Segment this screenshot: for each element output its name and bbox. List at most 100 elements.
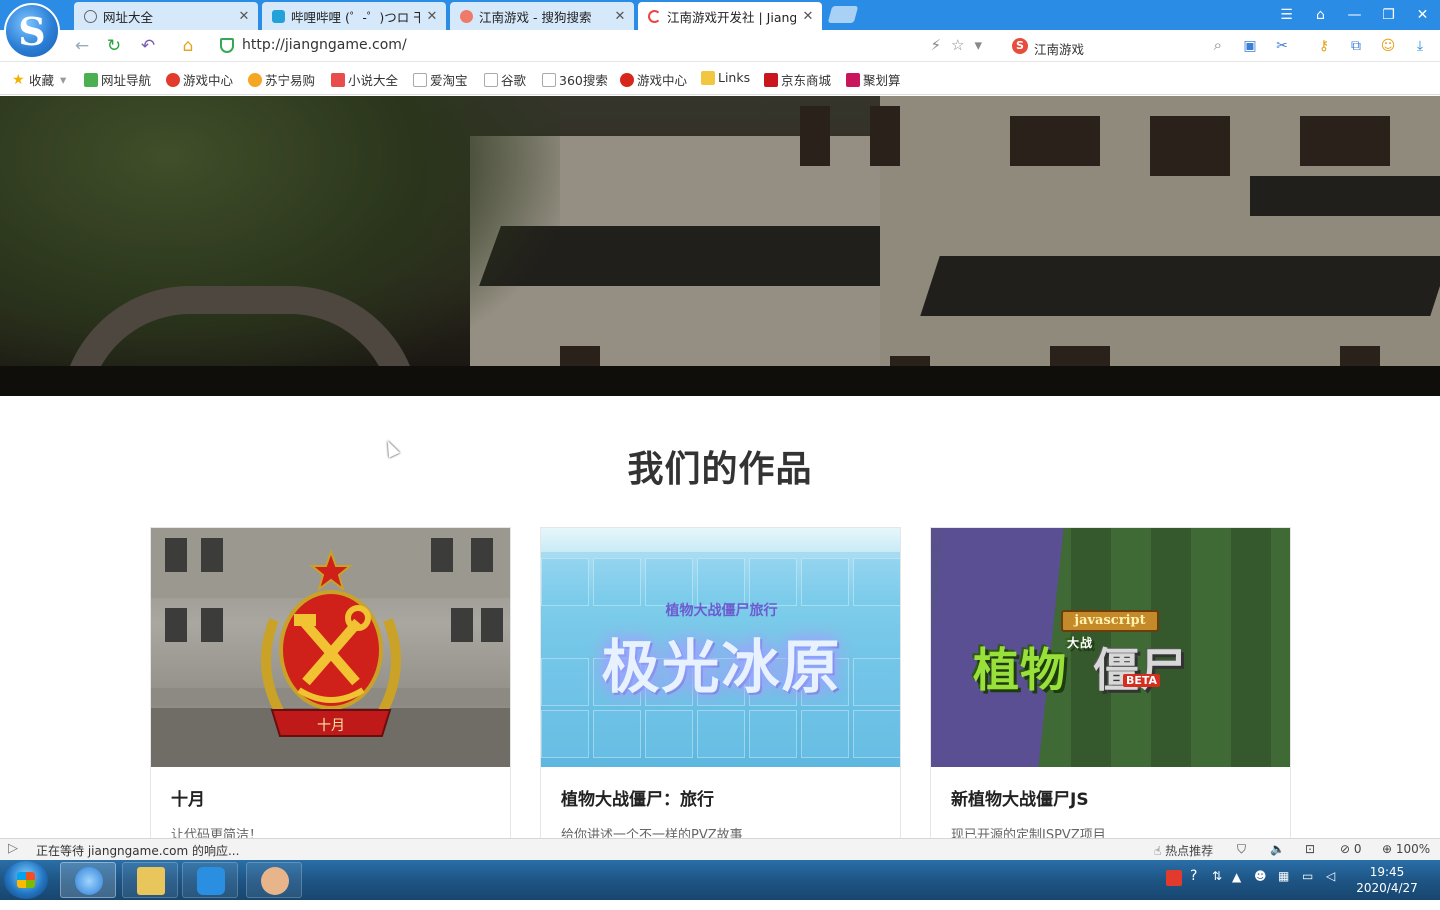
bookmark-item[interactable]: 网址导航 <box>84 70 151 89</box>
close-icon[interactable]: ✕ <box>238 9 250 24</box>
project-image[interactable]: 植物大战僵尸旅行 极光冰原 <box>541 528 900 767</box>
emoji-icon[interactable]: ☺ <box>1378 36 1398 56</box>
taskbar-sogou-browser[interactable] <box>60 862 116 898</box>
bookmark-folder[interactable]: Links <box>701 70 750 85</box>
project-image[interactable]: 十月 <box>151 528 510 767</box>
screenshot-icon[interactable]: ✂ <box>1272 36 1292 56</box>
close-icon[interactable]: ✕ <box>426 9 438 24</box>
bookmark-item[interactable]: 聚划算 <box>846 70 901 89</box>
hot-recommend[interactable]: ☝ 热点推荐 <box>1154 842 1213 859</box>
tab-4[interactable]: 江南游戏开发社 | Jiang ✕ <box>638 2 822 30</box>
minimize-icon[interactable]: — <box>1338 0 1371 30</box>
translate-box-icon[interactable]: ⧉ <box>1346 36 1366 56</box>
display-icon[interactable]: ▭ <box>1302 869 1313 909</box>
lock-icon[interactable]: ⊡ <box>1305 842 1315 856</box>
back-icon[interactable]: ← <box>70 34 94 58</box>
bookmark-item[interactable]: 360搜索 <box>542 70 608 89</box>
tab-3[interactable]: 江南游戏 - 搜狗搜索 ✕ <box>450 2 634 30</box>
search-icon[interactable]: ⌕ <box>1214 36 1222 54</box>
bookmark-item[interactable]: 爱淘宝 <box>413 70 468 89</box>
bookmark-item[interactable]: 苏宁易购 <box>248 70 315 89</box>
game-center-icon <box>620 72 634 87</box>
taskbar-app[interactable] <box>182 862 238 898</box>
shield-icon[interactable]: ⛉ <box>1237 842 1246 857</box>
help-icon[interactable]: ? <box>1190 868 1197 908</box>
bookmark-favorites[interactable]: ★ 收藏 ▾ <box>12 70 66 89</box>
ad-block-counter[interactable]: ⊘ 0 <box>1340 842 1362 856</box>
close-window-icon[interactable]: ✕ <box>1406 0 1439 30</box>
thumb-icon: ☝ <box>1154 844 1162 858</box>
sogou-ime-icon[interactable] <box>1166 870 1182 886</box>
project-card[interactable]: 植物大战僵尸旅行 极光冰原 植物大战僵尸：旅行 给你讲述一个不一样的PVZ故事 <box>540 527 901 847</box>
new-tab-button[interactable] <box>827 6 859 23</box>
emblem-icon: 十月 <box>261 550 401 737</box>
start-button[interactable] <box>4 861 48 899</box>
project-card[interactable]: 十月 十月 让代码更简洁！ <box>150 527 511 847</box>
juhuasuan-icon <box>846 72 860 87</box>
zoom-control[interactable]: ⊕ 100% <box>1382 842 1430 856</box>
star-icon[interactable]: ☆ <box>951 36 974 54</box>
emblem-text: 十月 <box>317 718 345 734</box>
page-icon <box>542 72 556 87</box>
volume-icon[interactable]: 🔈 <box>1270 842 1285 856</box>
home-icon[interactable]: ⌂ <box>176 34 200 58</box>
translate-icon[interactable]: ▣ <box>1240 36 1260 56</box>
network-icon[interactable]: ⇅ <box>1212 869 1222 909</box>
key-icon[interactable]: ⚷ <box>1314 36 1334 56</box>
close-icon[interactable]: ✕ <box>802 9 814 24</box>
play-icon[interactable]: ▷ <box>8 841 18 856</box>
search-input[interactable]: 江南游戏 <box>1034 39 1084 58</box>
tab-2[interactable]: 哔哩哔哩 (゜-゜)つロ 干 ✕ <box>262 2 446 30</box>
bookmark-label: 收藏 <box>29 73 55 88</box>
project-card[interactable]: javascript 植物大战僵尸 BETA 新植物大战僵尸JS 现已开源的定制… <box>930 527 1291 847</box>
bookmark-label: 京东商城 <box>781 73 832 88</box>
loading-status: 正在等待 jiangngame.com 的响应... <box>36 844 240 858</box>
avatar-icon <box>261 867 289 895</box>
bookmark-label: 360搜索 <box>559 73 608 88</box>
lightning-icon[interactable]: ⚡ <box>930 36 951 54</box>
bookmark-item[interactable]: 京东商城 <box>764 70 831 89</box>
project-image[interactable]: javascript 植物大战僵尸 BETA <box>931 528 1290 767</box>
qq-icon[interactable]: ☻ <box>1254 869 1267 909</box>
game-logo-text: 植物大战僵尸 <box>973 634 1187 700</box>
project-title[interactable]: 植物大战僵尸：旅行 <box>561 785 714 810</box>
address-bar[interactable]: http://jiangngame.com/ ⚡☆▾ <box>212 33 1000 59</box>
url-text[interactable]: http://jiangngame.com/ <box>242 37 407 53</box>
dropdown-icon[interactable]: ▾ <box>974 36 992 54</box>
project-title[interactable]: 新植物大战僵尸JS <box>951 785 1089 810</box>
tray-expand-icon[interactable]: ▲ <box>1232 870 1241 910</box>
bookmark-item[interactable]: 谷歌 <box>484 70 526 89</box>
tab-title: 江南游戏 - 搜狗搜索 <box>479 9 592 25</box>
secure-shield-icon <box>220 38 234 53</box>
project-title[interactable]: 十月 <box>171 785 205 810</box>
undo-icon[interactable]: ↶ <box>136 34 160 58</box>
sogou-browser-logo[interactable]: S <box>4 3 60 59</box>
bookmark-item[interactable]: 游戏中心 <box>166 70 233 89</box>
taskbar-explorer[interactable] <box>122 862 178 898</box>
bookmark-item[interactable]: 小说大全 <box>331 70 398 89</box>
globe-icon <box>84 9 97 23</box>
volume-tray-icon[interactable]: ◁ <box>1326 869 1335 909</box>
bookmark-label: 网址导航 <box>101 73 152 88</box>
taskbar-app[interactable] <box>246 862 302 898</box>
refresh-icon[interactable]: ↻ <box>102 34 126 58</box>
clock-date: 2020/4/27 <box>1356 881 1418 895</box>
chevron-down-icon: ▾ <box>60 72 67 87</box>
search-box[interactable]: S 江南游戏 ⌕ <box>1004 33 1226 59</box>
skin-icon[interactable]: ⌂ <box>1304 0 1337 30</box>
bookmark-label: 游戏中心 <box>637 73 688 88</box>
site-icon <box>648 9 661 23</box>
suning-icon <box>248 72 262 87</box>
tab-title: 江南游戏开发社 | Jiang <box>667 9 796 25</box>
tab-1[interactable]: 网址大全 ✕ <box>74 2 258 30</box>
bookmarks-bar: ★ 收藏 ▾ 网址导航 游戏中心 苏宁易购 小说大全 爱淘宝 谷歌 360搜索 … <box>0 63 1440 95</box>
download-icon[interactable]: ⤓ <box>1410 36 1430 56</box>
restore-icon[interactable]: ❐ <box>1372 0 1405 30</box>
novel-icon <box>331 72 345 87</box>
system-clock[interactable]: 19:45 2020/4/27 <box>1350 864 1424 896</box>
tab-strip: 网址大全 ✕ 哔哩哔哩 (゜-゜)つロ 干 ✕ 江南游戏 - 搜狗搜索 ✕ 江南… <box>0 0 1440 30</box>
bookmark-item[interactable]: 游戏中心 <box>620 70 687 89</box>
app-tray-icon[interactable]: ▦ <box>1278 869 1289 909</box>
close-icon[interactable]: ✕ <box>614 9 626 24</box>
menu-icon[interactable]: ☰ <box>1270 0 1303 30</box>
